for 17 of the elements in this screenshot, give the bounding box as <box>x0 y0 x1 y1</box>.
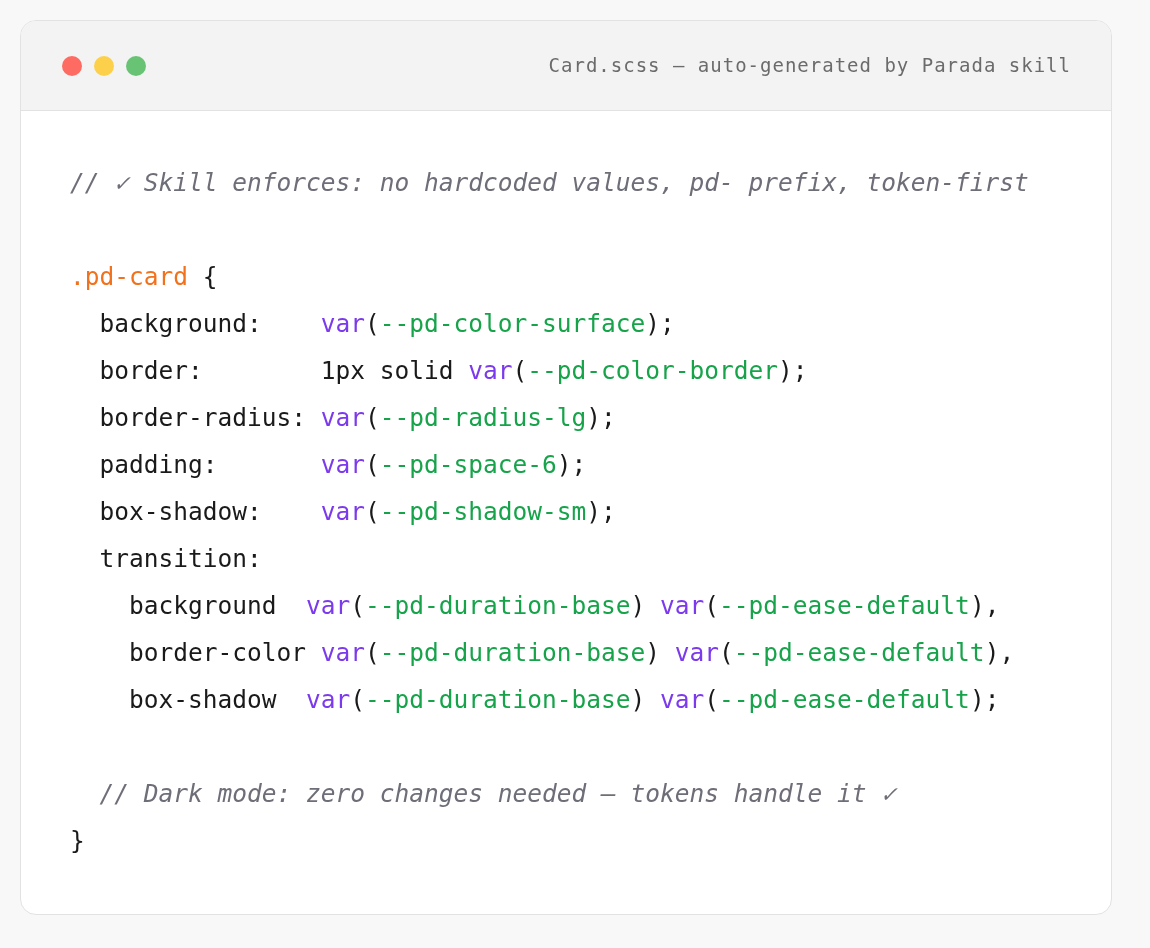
code-line: box-shadow: var(--pd-shadow-sm); <box>98 497 616 526</box>
zoom-button[interactable] <box>126 55 146 76</box>
code-line: // ✓ Skill enforces: no hardcoded values, pd- prefix, token-first <box>70 168 1029 197</box>
code-line: .pd-card { <box>70 262 218 291</box>
code-line: box-shadow var(--pd-duration-base) var(--pd-ease-default); <box>128 685 1000 714</box>
code-line: background var(--pd-duration-base) var(--pd-ease-default), <box>128 591 1000 620</box>
code-line: } <box>70 826 85 855</box>
window-title: Card.scss — auto-generated by Parada skill <box>548 53 1071 79</box>
code-line: // Dark mode: zero changes needed — tokens handle it ✓ <box>98 779 896 808</box>
code-line: padding: var(--pd-space-6); <box>98 450 587 479</box>
close-button[interactable] <box>62 55 82 76</box>
minimize-button[interactable] <box>94 55 114 76</box>
code-line: border: 1px solid var(--pd-color-border); <box>98 356 808 385</box>
code-line: border-radius: var(--pd-radius-lg); <box>98 403 616 432</box>
code-line: border-color var(--pd-duration-base) var(--pd-ease-default), <box>128 638 1015 667</box>
code-line: background: var(--pd-color-surface); <box>98 309 675 338</box>
code-line: transition: <box>98 544 262 573</box>
